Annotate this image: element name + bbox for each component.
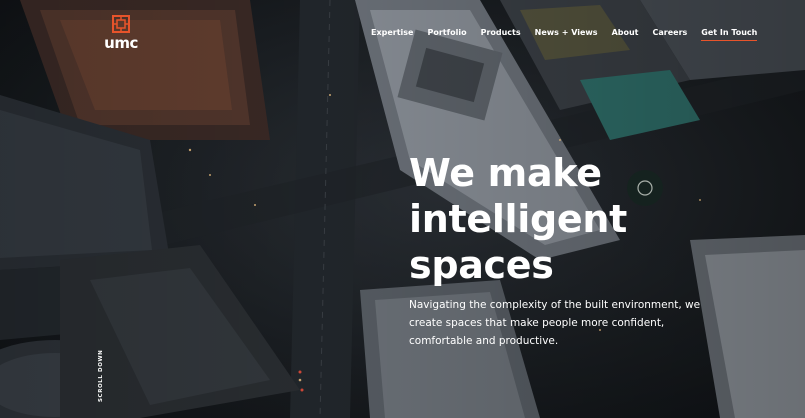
umc-logo-link[interactable]: umc xyxy=(98,14,144,54)
nav-item-products[interactable]: Products xyxy=(481,28,521,38)
nav-item-portfolio[interactable]: Portfolio xyxy=(427,28,466,38)
umc-logo-icon xyxy=(112,15,130,33)
nav-item-expertise[interactable]: Expertise xyxy=(371,28,413,38)
nav-item-careers[interactable]: Careers xyxy=(653,28,688,38)
nav-item-news-views[interactable]: News + Views xyxy=(535,28,598,38)
nav-item-about[interactable]: About xyxy=(612,28,639,38)
main-navigation: Expertise Portfolio Products News + View… xyxy=(371,28,758,41)
hero-headline: We make intelligent spaces xyxy=(409,151,627,287)
brand-wordmark: umc xyxy=(104,34,138,52)
nav-item-get-in-touch[interactable]: Get In Touch xyxy=(701,28,758,41)
scroll-down-link[interactable]: SCROLL DOWN xyxy=(98,350,104,402)
hero-subhead: Navigating the complexity of the built e… xyxy=(409,299,701,347)
